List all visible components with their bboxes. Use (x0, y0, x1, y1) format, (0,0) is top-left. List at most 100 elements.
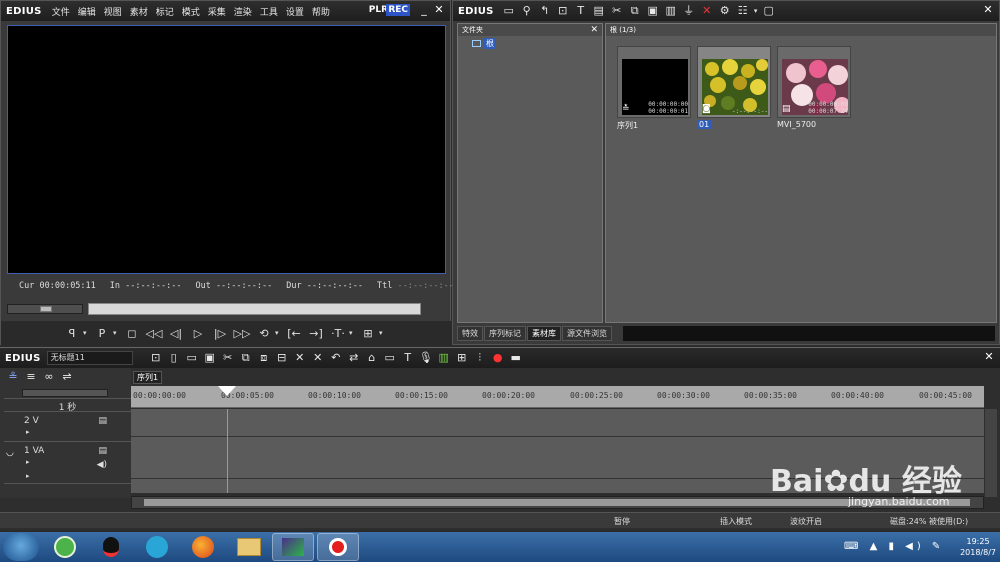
menu-clip[interactable]: 素材 (126, 5, 152, 18)
dropdown-icon[interactable]: ▾ (379, 329, 387, 337)
stop-icon[interactable]: ◻ (121, 327, 143, 340)
add-title-icon[interactable]: T (399, 350, 417, 366)
dropdown-icon[interactable]: ▾ (349, 329, 357, 337)
recorder-taskbar-icon[interactable] (317, 533, 359, 561)
tab-bin[interactable]: 素材库 (527, 326, 561, 341)
insert-timeline-icon[interactable]: [← (283, 327, 305, 340)
track-header-1va[interactable]: ◡ 1 VA ▤ ◀) ▸ ▸ (4, 444, 131, 484)
expand-icon[interactable]: ▸ (26, 428, 30, 436)
replace-icon[interactable]: ⊟ (273, 350, 291, 366)
sequence-tab[interactable]: 序列1 (133, 371, 163, 384)
menu-settings[interactable]: 设置 (282, 5, 308, 18)
bin-settings-icon[interactable]: ▢ (760, 3, 778, 19)
clip-sequence[interactable]: ≛ 00:00:00:00 00:00:00:01 (617, 46, 691, 118)
player-icon[interactable]: ▥ (662, 3, 680, 19)
expand-icon[interactable]: ▸ (26, 458, 30, 466)
add-clip-icon[interactable]: ⊡ (554, 3, 572, 19)
cut-icon[interactable]: ✂ (608, 3, 626, 19)
menu-edit[interactable]: 编辑 (74, 5, 100, 18)
dropdown-icon[interactable]: ▾ (83, 329, 91, 337)
playhead-marker[interactable] (218, 386, 236, 396)
visibility-icon[interactable]: ◡ (6, 448, 14, 458)
search-icon[interactable]: ⚲ (518, 3, 536, 19)
menu-file[interactable]: 文件 (48, 5, 74, 18)
delete-icon[interactable]: ✕ (291, 350, 309, 366)
prev-frame-icon[interactable]: ◁| (165, 327, 187, 340)
new-icon[interactable]: ▯ (165, 350, 183, 366)
browser-360-icon[interactable] (44, 533, 86, 561)
overwrite-timeline-icon[interactable]: →] (305, 327, 327, 340)
audio-mixer-icon[interactable]: ⫶ (471, 350, 489, 366)
zoom-slider[interactable] (22, 389, 108, 397)
firefox-icon[interactable] (182, 533, 224, 561)
edit-mode[interactable]: 插入模式 (720, 516, 752, 527)
open-icon[interactable]: ▭ (183, 350, 201, 366)
grid-icon[interactable]: ⊞ (453, 350, 471, 366)
tab-effects[interactable]: 特效 (457, 326, 483, 341)
menu-render[interactable]: 渲染 (230, 5, 256, 18)
menu-view[interactable]: 视图 (100, 5, 126, 18)
clip-still-image[interactable]: ◙ -:--:--:-- (697, 46, 771, 118)
set-in-icon[interactable]: ꟼ (61, 327, 83, 340)
menu-tools[interactable]: 工具 (256, 5, 282, 18)
sync-icon[interactable]: ≡ (22, 369, 40, 385)
dropdown-icon[interactable]: ▾ (752, 3, 760, 19)
track-lane-2v[interactable] (131, 409, 984, 437)
ripple-delete-icon[interactable]: ✕ (309, 350, 327, 366)
edius-taskbar-icon[interactable] (272, 533, 314, 561)
group-icon[interactable]: ⇌ (58, 369, 76, 385)
properties-icon[interactable]: ⚙ (716, 3, 734, 19)
track-header-2v[interactable]: 2 V ▸ ▤ (4, 414, 131, 442)
menu-mode[interactable]: 模式 (178, 5, 204, 18)
system-tray-icons[interactable]: ⌨ ▲ ▮ ◀) ✎ (844, 541, 944, 552)
recorder-icon[interactable]: ⏚ (680, 3, 698, 19)
view-mode-icon[interactable]: ☷ (734, 3, 752, 19)
menu-capture[interactable]: 采集 (204, 5, 230, 18)
qq-icon[interactable] (90, 533, 132, 561)
add-to-timeline-icon[interactable]: ▤ (590, 3, 608, 19)
zoom-slider-row[interactable] (4, 388, 131, 399)
pane-close-icon[interactable]: ✕ (590, 24, 598, 36)
expand-icon[interactable]: ▸ (26, 472, 30, 480)
dropdown-icon[interactable]: ▾ (275, 329, 283, 337)
play-icon[interactable]: ▷ (187, 327, 209, 340)
output-icon[interactable]: ⊞ (357, 327, 379, 340)
add-track-icon[interactable]: ▥ (435, 350, 453, 366)
fast-forward-icon[interactable]: ▷▷ (231, 327, 253, 340)
shuttle-slider[interactable] (7, 304, 83, 314)
save-icon[interactable]: ▣ (201, 350, 219, 366)
record-icon[interactable]: ● (489, 350, 507, 366)
loop-icon[interactable]: ⟲ (253, 327, 275, 340)
folder-root-node[interactable]: 根 (472, 38, 602, 49)
up-folder-icon[interactable]: ↰ (536, 3, 554, 19)
rec-toggle[interactable]: REC (386, 4, 410, 16)
timeline-close-icon[interactable]: ✕ (983, 351, 995, 364)
bin-close-icon[interactable]: ✕ (982, 4, 994, 17)
minimize-icon[interactable]: _ (418, 4, 430, 17)
next-frame-icon[interactable]: |▷ (209, 327, 231, 340)
paste-icon[interactable]: ⧈ (255, 350, 273, 366)
file-explorer-icon[interactable] (228, 533, 270, 561)
tab-sequence-markers[interactable]: 序列标记 (484, 326, 526, 341)
start-button-icon[interactable] (3, 533, 39, 561)
link-icon[interactable]: ∞ (40, 369, 58, 385)
transition-icon[interactable]: ▭ (381, 350, 399, 366)
media-player-icon[interactable] (136, 533, 178, 561)
menu-marker[interactable]: 标记 (152, 5, 178, 18)
capture-icon[interactable]: ⊡ (147, 350, 165, 366)
cut-icon[interactable]: ✂ (219, 350, 237, 366)
add-marker-icon[interactable]: ⌂ (363, 350, 381, 366)
copy-icon[interactable]: ⧉ (237, 350, 255, 366)
shuttle-handle[interactable] (40, 306, 52, 312)
audio-record-icon[interactable]: 🎙 (417, 350, 435, 366)
dropdown-icon[interactable]: ▾ (113, 329, 121, 337)
title-icon[interactable]: T (572, 3, 590, 19)
clip-video[interactable]: ▤ 00:00:00:00 00:00:07:24 (777, 46, 851, 118)
vertical-scrollbar[interactable] (985, 409, 997, 497)
snap-icon[interactable]: ≗ (4, 369, 22, 385)
undo-icon[interactable]: ↶ (327, 350, 345, 366)
menu-help[interactable]: 帮助 (308, 5, 334, 18)
delete-icon[interactable]: ✕ (698, 3, 716, 19)
paste-icon[interactable]: ▣ (644, 3, 662, 19)
close-icon[interactable]: ✕ (433, 4, 445, 17)
